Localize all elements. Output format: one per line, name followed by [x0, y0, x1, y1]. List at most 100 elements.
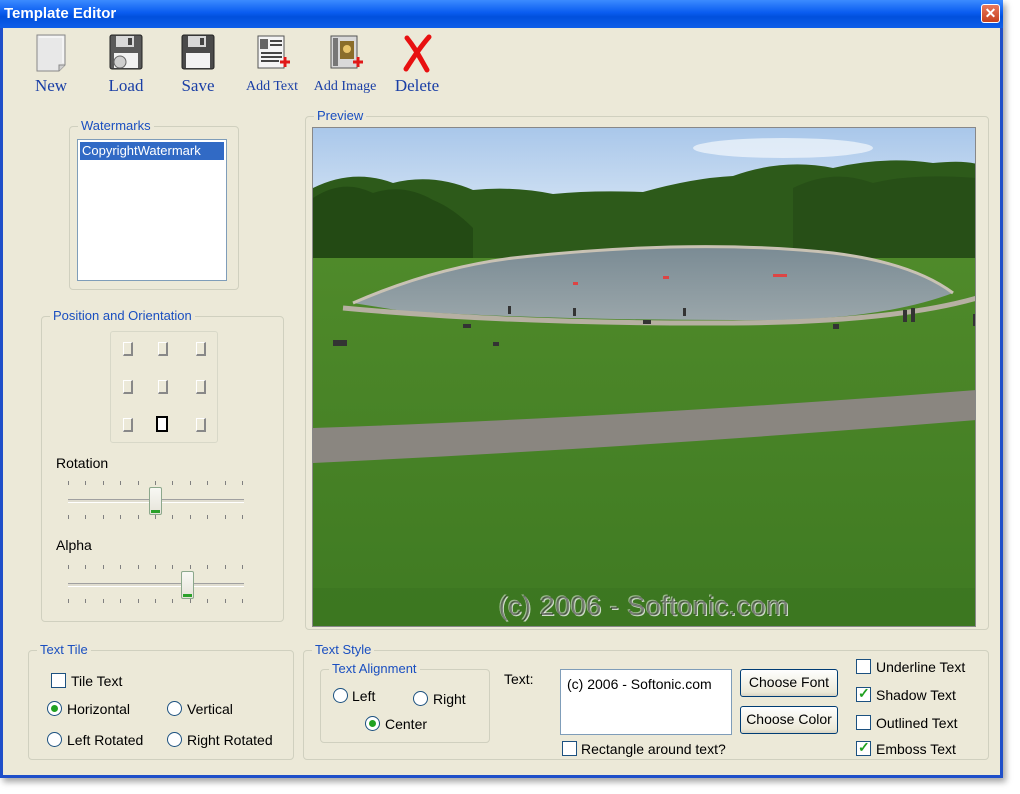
slider-tick — [138, 481, 139, 485]
position-middle-center[interactable] — [158, 380, 168, 394]
watermark-text-area[interactable]: (c) 2006 - Softonic.com — [560, 669, 732, 735]
slider-tick — [225, 565, 226, 569]
watermarks-listbox[interactable]: CopyrightWatermark — [77, 139, 227, 281]
position-top-right[interactable] — [196, 342, 206, 356]
text-tile-group: Text Tile Tile Text Horizontal Vertical … — [28, 642, 294, 760]
slider-tick — [190, 515, 191, 519]
rotation-thumb[interactable] — [149, 487, 162, 515]
slider-tick — [68, 565, 69, 569]
title-bar[interactable]: Template Editor ✕ — [0, 0, 1003, 28]
delete-x-icon — [397, 32, 437, 74]
text-style-title: Text Style — [312, 642, 375, 657]
align-right-label: Right — [433, 691, 466, 707]
slider-tick — [68, 599, 69, 603]
slider-tick — [190, 599, 191, 603]
position-middle-right[interactable] — [196, 380, 206, 394]
slider-tick — [172, 565, 173, 569]
delete-label: Delete — [394, 76, 440, 95]
outlined-checkbox[interactable] — [856, 715, 871, 730]
shadow-checkbox[interactable] — [856, 685, 871, 702]
slider-tick — [155, 481, 156, 485]
tile-text-checkbox[interactable] — [51, 673, 66, 688]
text-tile-title: Text Tile — [37, 642, 91, 657]
slider-tick — [103, 599, 104, 603]
emboss-checkbox[interactable] — [856, 739, 871, 756]
align-right-radio[interactable] — [413, 691, 428, 706]
slider-tick — [207, 481, 208, 485]
save-disk-icon — [178, 32, 218, 74]
load-button[interactable]: Load — [96, 32, 156, 96]
outlined-label: Outlined Text — [876, 715, 958, 731]
right-rotated-radio[interactable] — [167, 732, 182, 747]
underline-checkbox[interactable] — [856, 659, 871, 674]
vertical-radio[interactable] — [167, 701, 182, 716]
choose-color-button[interactable]: Choose Color — [740, 706, 838, 734]
slider-tick — [190, 481, 191, 485]
watermarks-group: Watermarks CopyrightWatermark — [69, 118, 239, 290]
close-button[interactable]: ✕ — [981, 4, 1000, 23]
alpha-slider[interactable] — [68, 561, 244, 607]
text-alignment-group: Text Alignment Left Right Center — [320, 661, 490, 743]
slider-tick — [172, 481, 173, 485]
preview-watermark-text: (c) 2006 - Softonic.com — [498, 591, 790, 621]
preview-title: Preview — [314, 108, 367, 123]
slider-tick — [103, 565, 104, 569]
slider-tick — [207, 515, 208, 519]
position-top-left[interactable] — [123, 342, 133, 356]
position-orientation-title: Position and Orientation — [50, 308, 195, 323]
slider-tick — [242, 515, 243, 519]
watermark-list-item[interactable]: CopyrightWatermark — [80, 142, 224, 160]
add-image-button[interactable]: Add Image — [312, 32, 378, 95]
align-center-radio[interactable] — [365, 716, 380, 731]
slider-tick — [225, 599, 226, 603]
new-document-icon — [31, 32, 71, 74]
add-text-button[interactable]: Add Text — [239, 32, 305, 95]
text-style-group: Text Style Text Alignment Left Right Cen… — [303, 642, 989, 760]
text-alignment-title: Text Alignment — [329, 661, 420, 676]
slider-tick — [138, 565, 139, 569]
slider-tick — [242, 565, 243, 569]
save-button[interactable]: Save — [168, 32, 228, 96]
slider-tick — [120, 515, 121, 519]
text-field-label: Text: — [504, 671, 534, 687]
delete-button[interactable]: Delete — [387, 32, 447, 96]
position-bottom-center[interactable] — [156, 416, 168, 432]
slider-tick — [155, 565, 156, 569]
slider-tick — [120, 565, 121, 569]
new-button[interactable]: New — [21, 32, 81, 96]
add-image-icon — [325, 32, 365, 74]
choose-font-button[interactable]: Choose Font — [740, 669, 838, 697]
left-rotated-label: Left Rotated — [67, 732, 144, 748]
position-bottom-left[interactable] — [123, 418, 133, 432]
left-rotated-radio[interactable] — [47, 732, 62, 747]
emboss-label: Emboss Text — [876, 741, 956, 757]
slider-tick — [172, 515, 173, 519]
load-disk-icon — [106, 32, 146, 74]
preview-group: Preview (c) 2006 - Softonic.com — [305, 108, 989, 630]
save-label: Save — [181, 76, 215, 95]
slider-tick — [120, 481, 121, 485]
slider-tick — [242, 481, 243, 485]
slider-tick — [207, 599, 208, 603]
rotation-slider[interactable] — [68, 477, 244, 523]
position-grid — [110, 331, 218, 443]
horizontal-radio[interactable] — [47, 701, 62, 716]
slider-tick — [225, 515, 226, 519]
slider-tick — [138, 515, 139, 519]
rectangle-checkbox[interactable] — [562, 741, 577, 756]
shadow-label: Shadow Text — [876, 687, 956, 703]
horizontal-label: Horizontal — [67, 701, 131, 717]
slider-tick — [68, 515, 69, 519]
alpha-thumb[interactable] — [181, 571, 194, 599]
position-middle-left[interactable] — [123, 380, 133, 394]
new-label: New — [34, 76, 68, 95]
position-bottom-right[interactable] — [196, 418, 206, 432]
park-landscape-image — [313, 128, 975, 626]
slider-tick — [85, 565, 86, 569]
load-label: Load — [108, 76, 144, 95]
position-top-center[interactable] — [158, 342, 168, 356]
align-left-radio[interactable] — [333, 688, 348, 703]
preview-image: (c) 2006 - Softonic.com — [312, 127, 976, 627]
vertical-label: Vertical — [187, 701, 233, 717]
slider-tick — [85, 515, 86, 519]
